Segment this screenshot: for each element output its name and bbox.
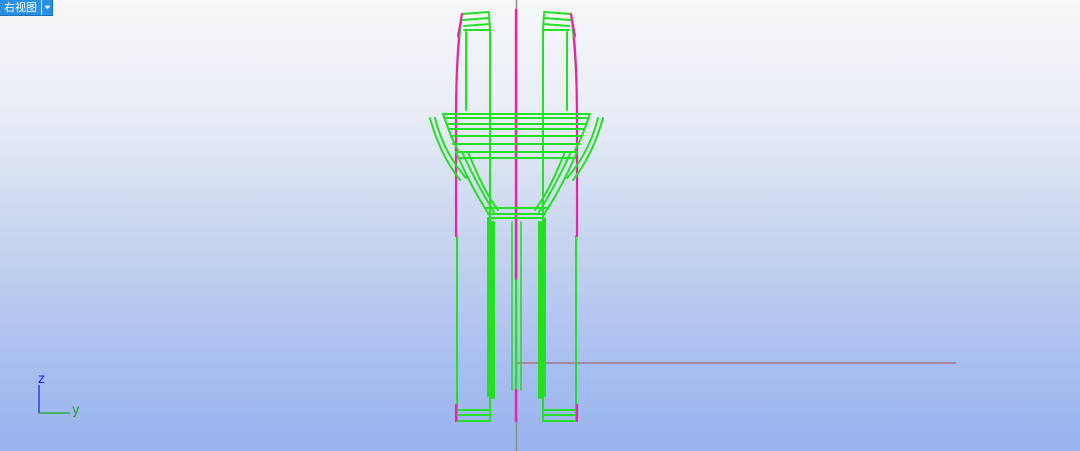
right-tine — [538, 11, 578, 422]
viewport-right-view[interactable]: z y 右视图 — [0, 0, 1080, 451]
left-tine — [455, 11, 495, 422]
axis-y-label: y — [72, 403, 80, 418]
axis-z-label: z — [38, 372, 45, 387]
center-stem — [511, 8, 522, 423]
viewport-title-tab[interactable]: 右视图 — [0, 0, 53, 16]
chevron-down-icon[interactable] — [41, 0, 52, 15]
viewport-title-label[interactable]: 右视图 — [0, 0, 41, 15]
wireframe-scene[interactable]: z y — [0, 0, 1080, 451]
axis-indicator: z y — [38, 372, 80, 418]
wireframe-model — [429, 8, 604, 423]
